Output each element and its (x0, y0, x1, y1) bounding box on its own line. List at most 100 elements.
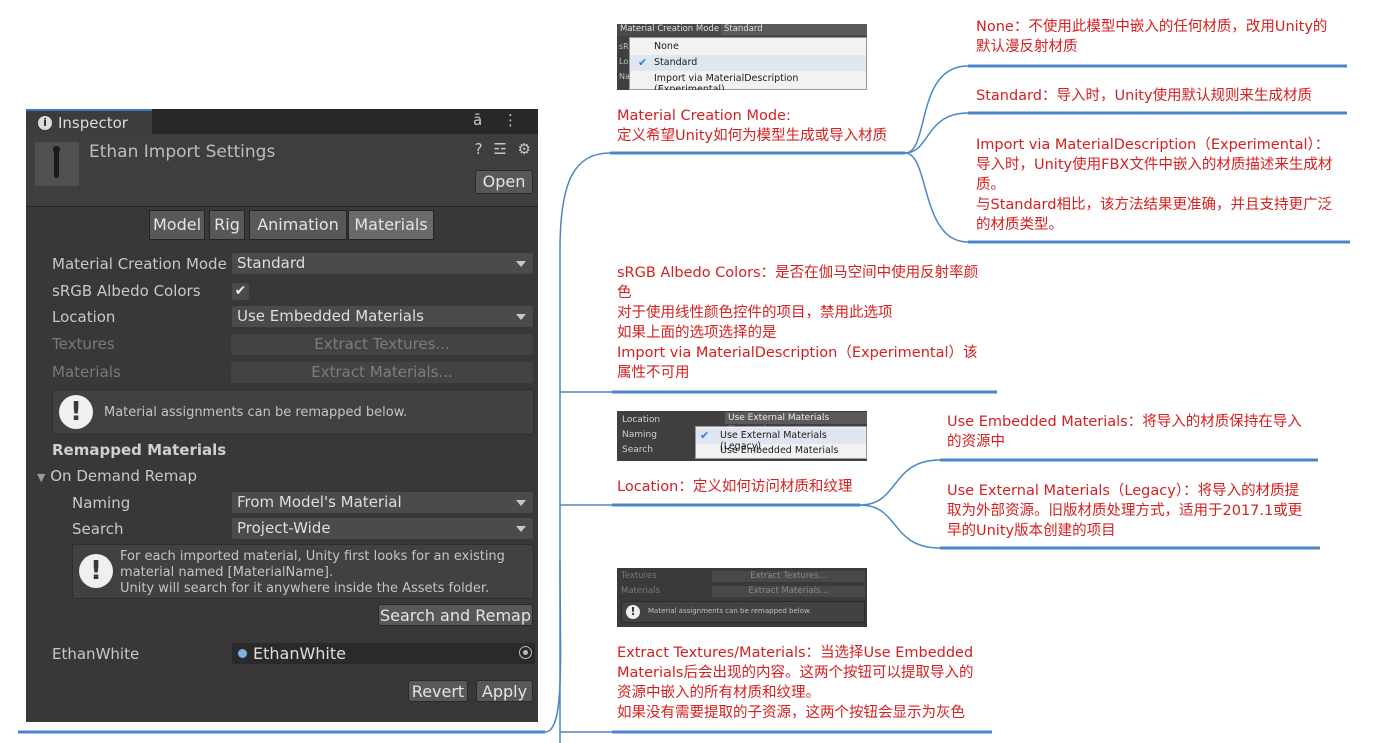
help-text-remap: Material assignments can be remapped bel… (104, 405, 408, 420)
object-picker-icon[interactable] (519, 646, 532, 659)
search-dropdown[interactable]: Project-Wide (232, 518, 533, 539)
note-line: Import via MaterialDescription（Experimen… (976, 137, 1330, 153)
revert-button[interactable]: Revert (408, 680, 468, 702)
note-line: Standard：导入时，Unity使用默认规则来生成材质 (976, 88, 1313, 104)
note-line: 默认漫反射材质 (976, 39, 1078, 55)
help-line: For each imported material, Unity first … (120, 549, 505, 564)
note-line: 属性不可用 (617, 365, 690, 381)
menu-item-use-external[interactable]: ✔ Use External Materials (Legacy) (696, 428, 866, 452)
on-demand-remap-label: On Demand Remap (50, 467, 198, 485)
menu-item-use-embedded[interactable]: Use Embedded Materials (696, 443, 866, 459)
note-line: Material Creation Mode: (617, 108, 791, 124)
inspector-tab-bar: i Inspector ā ⋮ (26, 109, 538, 134)
warning-icon: ! (79, 554, 113, 588)
warning-icon: ! (59, 395, 93, 429)
shot1-header-label: Material Creation Mode (620, 24, 720, 34)
chevron-down-icon (516, 526, 526, 532)
search-and-remap-button[interactable]: Search and Remap (378, 604, 533, 626)
extract-textures-button[interactable]: Extract Textures... (231, 334, 533, 355)
srgb-label: sRGB Albedo Colors (52, 282, 201, 300)
note-line: 导入时，Unity使用FBX文件中嵌入的材质描述来生成材 (976, 157, 1333, 173)
open-button[interactable]: Open (475, 170, 533, 194)
note-line: 取为外部资源。旧版材质处理方式，适用于2017.1或更 (947, 503, 1303, 519)
note-line: None：不使用此模型中嵌入的任何材质，改用Unity的 (976, 19, 1328, 35)
screenshot-extract: Textures Extract Textures... Materials E… (617, 568, 867, 627)
note-standard: Standard：导入时，Unity使用默认规则来生成材质 (976, 86, 1312, 106)
note-line: Use Embedded Materials：将导入的材质保持在导入 (947, 414, 1302, 430)
naming-label: Naming (72, 494, 131, 512)
note-line: 如果没有需要提取的子资源，这两个按钮会显示为灰色 (617, 705, 965, 721)
shot3-extract-materials-button[interactable]: Extract Materials... (712, 586, 865, 597)
chevron-down-icon (516, 500, 526, 506)
menu-item-none[interactable]: None (630, 39, 866, 55)
ethanwhite-value: EthanWhite (253, 644, 346, 663)
shot2-popup-menu: ✔ Use External Materials (Legacy) Use Emb… (695, 426, 867, 459)
materials-label: Materials (52, 363, 121, 381)
location-value: Use Embedded Materials (237, 307, 424, 325)
screenshot-material-creation-mode: Material Creation Mode Standard sR Lo Na… (617, 24, 867, 90)
tab-inspector[interactable]: i Inspector (26, 109, 152, 134)
note-line: 质。 (976, 177, 1005, 193)
help-preset-settings-icons[interactable]: ? ☲ ⚙ (475, 140, 534, 158)
triangle-down-icon: ▼ (37, 471, 46, 484)
naming-dropdown[interactable]: From Model's Material (232, 492, 533, 513)
location-dropdown[interactable]: Use Embedded Materials (232, 306, 533, 327)
note-line: sRGB Albedo Colors：是否在伽马空间中使用反射率颜 (617, 265, 979, 281)
material-creation-mode-label: Material Creation Mode (52, 255, 227, 273)
shot1-popup-menu: None ✔ Standard Import via MaterialDescri… (629, 37, 867, 90)
ethanwhite-object-field[interactable]: EthanWhite (232, 643, 535, 664)
asset-title: Ethan Import Settings (89, 142, 276, 162)
note-line: 对于使用线性颜色控件的项目，禁用此选项 (617, 305, 893, 321)
note-line: 色 (617, 285, 632, 301)
asset-header: Ethan Import Settings ? ☲ ⚙ Open (26, 134, 538, 207)
note-use-external: Use External Materials（Legacy）：将导入的材质提 取… (947, 481, 1302, 541)
note-line: 如果上面的选项选择的是 (617, 325, 777, 341)
note-line: 早的Unity版本创建的项目 (947, 523, 1116, 539)
note-line: Materials后会出现的内容。这两个按钮可以提取导入的 (617, 665, 974, 681)
tab-animation[interactable]: Animation (249, 210, 347, 240)
note-line: Location：定义如何访问材质和纹理 (617, 479, 853, 495)
note-extract: Extract Textures/Materials：当选择Use Embedd… (617, 643, 973, 723)
note-line: 的材质类型。 (976, 217, 1063, 233)
ethanwhite-label: EthanWhite (52, 645, 140, 663)
lock-menu-icons[interactable]: ā ⋮ (473, 111, 526, 129)
search-value: Project-Wide (237, 519, 331, 537)
shot3-textures-label: Textures (621, 571, 657, 581)
screenshot-location: Location Naming Search Use External Mate… (617, 411, 867, 461)
shot2-label: Naming (622, 430, 657, 440)
naming-value: From Model's Material (237, 493, 402, 511)
shot3-materials-label: Materials (621, 586, 660, 596)
shot3-extract-textures-button[interactable]: Extract Textures... (712, 571, 865, 582)
shot2-label: Location (622, 415, 661, 425)
material-creation-mode-value: Standard (237, 254, 306, 272)
tab-materials[interactable]: Materials (348, 210, 434, 240)
note-line: 资源中嵌入的所有材质和纹理。 (617, 685, 820, 701)
note-use-embedded: Use Embedded Materials：将导入的材质保持在导入 的资源中 (947, 412, 1302, 452)
textures-label: Textures (52, 335, 115, 353)
help-line: material named [MaterialName]. (120, 565, 334, 580)
remapped-materials-heading: Remapped Materials (52, 441, 227, 459)
extract-materials-button[interactable]: Extract Materials... (231, 362, 533, 383)
on-demand-remap-foldout[interactable]: ▼ On Demand Remap (37, 467, 197, 485)
note-line: Import via MaterialDescription（Experimen… (617, 345, 978, 361)
tab-rig[interactable]: Rig (209, 210, 245, 240)
info-icon: i (38, 116, 52, 130)
location-label: Location (52, 308, 116, 326)
material-icon (238, 649, 247, 658)
help-box-remap: ! Material assignments can be remapped b… (52, 389, 534, 435)
shot1-header-value: Standard (721, 24, 867, 35)
tab-inspector-label: Inspector (58, 114, 128, 132)
apply-button[interactable]: Apply (476, 680, 533, 702)
check-icon: ✔ (638, 56, 648, 69)
material-creation-mode-dropdown[interactable]: Standard (232, 253, 533, 274)
note-line: Extract Textures/Materials：当选择Use Embedd… (617, 645, 974, 661)
menu-item-standard[interactable]: ✔ Standard (630, 55, 866, 71)
inspector-panel: i Inspector ā ⋮ Ethan Import Settings ? … (26, 109, 538, 722)
srgb-checkbox[interactable]: ✔ (232, 283, 249, 300)
note-line: 的资源中 (947, 434, 1005, 450)
help-line: Unity will search for it anywhere inside… (120, 581, 490, 596)
menu-item-import-via[interactable]: Import via MaterialDescription (Experime… (630, 71, 866, 90)
help-text-search: For each imported material, Unity first … (120, 549, 505, 597)
shot3-help-text: Material assignments can be remapped bel… (648, 607, 812, 615)
tab-model[interactable]: Model (149, 210, 205, 240)
